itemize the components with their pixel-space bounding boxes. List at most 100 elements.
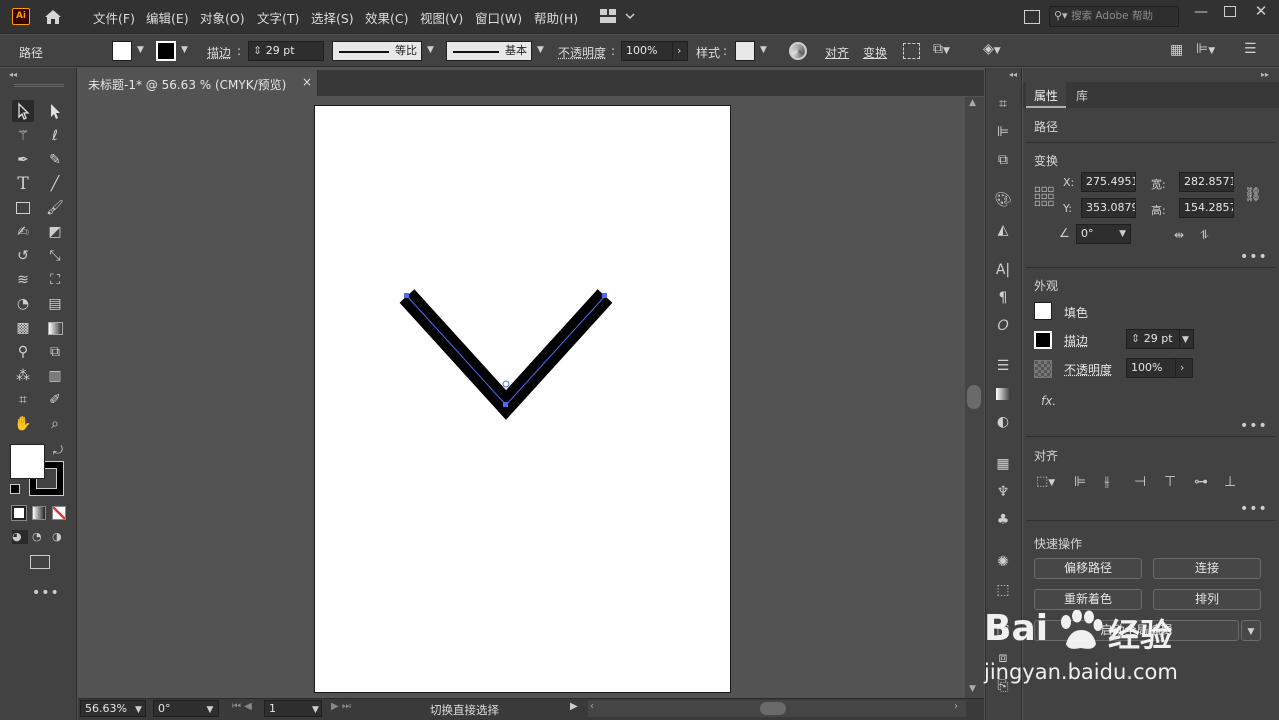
rotate-tool-icon[interactable]: ↺	[12, 245, 34, 267]
curvature-tool-icon[interactable]: ✎	[44, 149, 66, 171]
scale-tool-icon[interactable]: ⤡	[44, 245, 66, 267]
scroll-thumb[interactable]	[967, 385, 981, 409]
document-tab[interactable]: 未标题-1* @ 56.63 % (CMYK/预览) ×	[78, 70, 318, 96]
zoom-dropdown-icon[interactable]: ▼	[135, 705, 142, 715]
home-icon[interactable]	[43, 7, 63, 27]
line-segment-tool-icon[interactable]: ╱	[44, 173, 66, 195]
brush-dropdown-icon[interactable]: ▼	[537, 45, 544, 55]
graphic-styles-panel-icon[interactable]: ⬚	[992, 579, 1014, 601]
recolor-artwork-icon[interactable]	[789, 42, 807, 60]
draw-inside-icon[interactable]: ◑	[52, 530, 68, 544]
stroke-weight-dropdown[interactable]: ▼	[1179, 329, 1194, 349]
minimize-button[interactable]: —	[1192, 4, 1210, 22]
default-colors-icon[interactable]	[10, 484, 20, 494]
grid-icon[interactable]: ▦	[1170, 42, 1183, 58]
stroke-label[interactable]: 描边	[207, 44, 231, 61]
type-tool-icon[interactable]: T	[12, 173, 34, 195]
constrain-proportions-icon[interactable]: ⛓	[1244, 187, 1262, 203]
style-dropdown-icon[interactable]: ▼	[760, 45, 767, 55]
width-tool-icon[interactable]: ≋	[12, 269, 34, 291]
scroll-left-icon[interactable]: ‹	[590, 701, 594, 712]
menu-window[interactable]: 窗口(W)	[475, 8, 522, 27]
shape-mode-icon[interactable]: ◈▼	[983, 41, 1001, 57]
stroke-panel-icon[interactable]: ☰	[992, 355, 1014, 377]
graphic-style-swatch[interactable]	[735, 41, 755, 61]
stroke-dropdown-icon[interactable]: ▼	[181, 45, 188, 55]
collapse-tools-icon[interactable]: ◂◂	[9, 70, 17, 79]
color-guide-panel-icon[interactable]: ◭	[992, 219, 1014, 241]
zoom-tool-icon[interactable]: ⌕	[44, 413, 66, 435]
arrange-documents-icon[interactable]	[1024, 10, 1040, 24]
menu-help[interactable]: 帮助(H)	[534, 8, 578, 27]
align-vertical-center-icon[interactable]: ⊶	[1194, 474, 1208, 490]
gradient-mode-icon[interactable]	[32, 506, 46, 520]
reference-point-icon[interactable]: ▫▫▫ ▫▫▫ ▫▫▫	[1034, 185, 1054, 209]
column-graph-tool-icon[interactable]: ▥	[44, 365, 66, 387]
status-menu-icon[interactable]: ▶	[570, 701, 578, 712]
opacity-label[interactable]: 不透明度	[558, 44, 606, 61]
appearance-stroke-label[interactable]: 描边	[1064, 332, 1088, 349]
fill-dropdown-icon[interactable]: ▼	[137, 45, 144, 55]
menu-view[interactable]: 视图(V)	[420, 8, 463, 27]
direct-selection-tool-icon[interactable]	[44, 100, 66, 122]
appearance-stroke-swatch[interactable]	[1034, 331, 1052, 349]
expand-panel-icon[interactable]: ▸▸	[1261, 70, 1269, 79]
align-horizontal-center-icon[interactable]: ⫳	[1104, 474, 1110, 490]
align-top-icon[interactable]: ⊤	[1164, 474, 1176, 490]
tools-grip[interactable]	[14, 84, 64, 87]
offset-path-button[interactable]: 偏移路径	[1034, 558, 1142, 579]
menu-object[interactable]: 对象(O)	[200, 8, 245, 27]
align-link[interactable]: 对齐	[825, 44, 849, 61]
appearance-stroke-weight-input[interactable]: ⇕ 29 pt	[1126, 329, 1180, 349]
rotate-angle-input[interactable]: 0° ▼	[1076, 224, 1131, 244]
eyedropper-tool-icon[interactable]: ⚲	[12, 341, 34, 363]
appearance-opacity-input[interactable]: 100%	[1126, 358, 1176, 378]
character-panel-icon[interactable]: A|	[992, 259, 1014, 281]
y-input[interactable]: 353.0879	[1081, 198, 1136, 218]
close-button[interactable]: ✕	[1252, 2, 1270, 20]
menu-file[interactable]: 文件(F)	[93, 8, 135, 27]
opentype-panel-icon[interactable]: 𝑂	[992, 315, 1014, 337]
screen-mode-icon[interactable]	[30, 555, 50, 569]
lasso-tool-icon[interactable]: ℓ	[44, 125, 66, 147]
scroll-down-icon[interactable]: ▼	[969, 684, 976, 694]
hand-tool-icon[interactable]: ✋	[12, 413, 34, 435]
join-button[interactable]: 连接	[1153, 558, 1261, 579]
symbol-sprayer-tool-icon[interactable]: ⁂	[12, 365, 34, 387]
paragraph-panel-icon[interactable]: ¶	[992, 287, 1014, 309]
fx-icon[interactable]: fx.	[1041, 394, 1056, 408]
anchor-point[interactable]	[503, 402, 508, 407]
flip-vertical-icon[interactable]: ⥮	[1200, 228, 1209, 243]
global-edit-dropdown[interactable]: ▼	[1241, 620, 1261, 641]
align-panel-icon[interactable]: ⊫	[992, 121, 1014, 143]
gradient-panel-icon[interactable]	[992, 383, 1014, 405]
workspace-switcher-icon[interactable]	[600, 9, 636, 26]
gradient-tool-icon[interactable]	[44, 317, 66, 339]
start-global-edit-button[interactable]: 启动全局编辑	[1034, 620, 1239, 641]
more-align-options-icon[interactable]: •••	[1240, 501, 1268, 517]
color-mode-icon[interactable]	[11, 505, 27, 521]
stroke-weight-input[interactable]: ⇕ 29 pt	[248, 41, 324, 61]
flip-horizontal-icon[interactable]: ⇹	[1174, 228, 1184, 242]
draw-normal-icon[interactable]: ◕	[12, 530, 28, 544]
symbols-panel-icon[interactable]: ♣	[992, 509, 1014, 531]
appearance-panel-icon[interactable]: ✺	[992, 551, 1014, 573]
zoom-level-field[interactable]: 56.63% ▼	[80, 700, 146, 717]
tab-libraries[interactable]: 库	[1068, 82, 1102, 108]
magic-wand-tool-icon[interactable]: ⚚	[12, 125, 34, 147]
appearance-fill-swatch[interactable]	[1034, 302, 1052, 320]
pen-tool-icon[interactable]: ✒	[12, 149, 34, 171]
last-artboard-icon[interactable]: ▶ ⏭	[331, 701, 351, 712]
artboard-tool-icon[interactable]: ⌗	[12, 389, 34, 411]
links-panel-icon[interactable]: ⧈	[992, 647, 1014, 669]
anchor-point[interactable]	[404, 293, 409, 298]
stroke-stepper-icon[interactable]: ⇕	[1131, 332, 1140, 345]
brush-definition[interactable]: 基本	[446, 41, 532, 61]
scroll-up-icon[interactable]: ▲	[969, 98, 976, 108]
collapse-strip-icon[interactable]: ◂◂	[1009, 70, 1017, 79]
rotation-field[interactable]: 0° ▼	[153, 700, 219, 717]
recolor-button[interactable]: 重新着色	[1034, 589, 1142, 610]
anchor-point[interactable]	[602, 293, 607, 298]
transform-bounding-icon[interactable]	[903, 43, 920, 59]
angle-dropdown-icon[interactable]: ▼	[1119, 225, 1126, 243]
